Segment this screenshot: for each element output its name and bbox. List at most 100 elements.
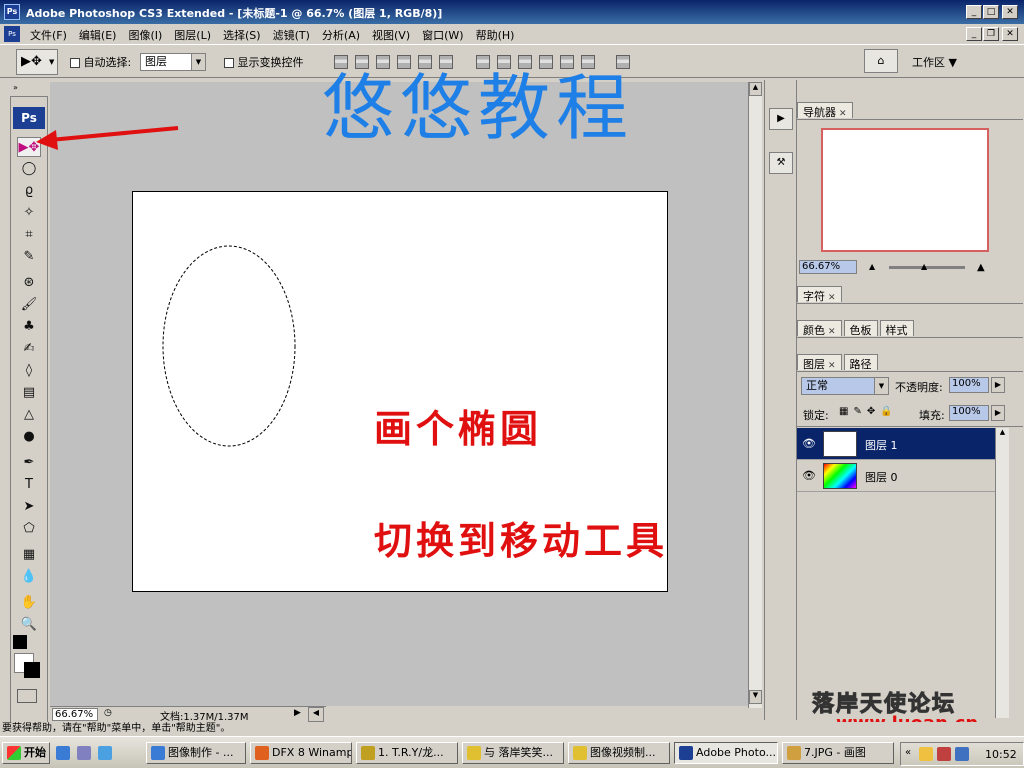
visibility-eye-icon[interactable]: 👁 (802, 469, 816, 483)
scroll-up-icon[interactable]: ▲ (996, 428, 1009, 436)
navigator-preview[interactable] (821, 128, 989, 252)
tool-preset-picker[interactable]: ▶✥ ▼ (16, 49, 58, 75)
lock-transparency-icon[interactable]: ▦ (839, 406, 848, 417)
auto-select-dropdown[interactable]: 图层 ▼ (140, 53, 206, 71)
taskbar-item-0[interactable]: 图像制作 - ... (146, 742, 246, 764)
hscroll-left-icon[interactable]: ◀ (308, 707, 324, 722)
ie-icon[interactable] (56, 746, 70, 760)
lasso-tool-icon[interactable]: ϱ (17, 181, 41, 201)
tray-app-icon[interactable] (937, 747, 951, 761)
document-icon[interactable]: Ps (4, 26, 20, 42)
media-icon[interactable] (77, 746, 91, 760)
slider-thumb-icon[interactable]: ▲ (921, 262, 927, 271)
magic-wand-icon[interactable]: ✧ (17, 203, 41, 223)
close-icon[interactable]: ✕ (828, 293, 836, 303)
taskbar-item-5[interactable]: Adobe Photo... (674, 742, 778, 764)
elliptical-marquee-selection[interactable] (162, 245, 296, 447)
clone-stamp-icon[interactable]: ♣ (17, 317, 41, 337)
path-selection-icon[interactable]: ➤ (17, 497, 41, 517)
lock-all-icon[interactable]: 🔒 (880, 406, 892, 417)
fill-field[interactable]: 100% (949, 405, 989, 421)
close-icon[interactable]: ✕ (839, 109, 847, 119)
menu-item-0[interactable]: 文件(F) (30, 27, 67, 43)
close-button[interactable]: ✕ (1002, 5, 1018, 19)
tray-expand-icon[interactable]: « (905, 747, 911, 758)
zoom-tool-icon[interactable]: 🔍 (17, 615, 41, 635)
layer-row-1[interactable]: 👁 图层 1 (797, 428, 995, 460)
network-icon[interactable] (955, 747, 969, 761)
healing-brush-icon[interactable]: ⊛ (17, 273, 41, 293)
taskbar-item-3[interactable]: 与 落岸笑笑... (462, 742, 564, 764)
qq-icon[interactable] (919, 747, 933, 761)
menu-item-4[interactable]: 选择(S) (223, 27, 261, 43)
maximize-button[interactable]: □ (983, 5, 999, 19)
menu-item-7[interactable]: 视图(V) (372, 27, 410, 43)
lock-position-icon[interactable]: ✥ (867, 406, 875, 417)
menu-item-9[interactable]: 帮助(H) (476, 27, 515, 43)
visibility-eye-icon[interactable]: 👁 (802, 437, 816, 451)
fill-slider-arrow-icon[interactable]: ▶ (991, 405, 1005, 421)
close-icon[interactable]: ✕ (828, 361, 836, 371)
tool-presets-panel-icon[interactable]: ⚒ (769, 152, 793, 174)
collapse-toolbox-icon[interactable]: » (13, 83, 18, 92)
taskbar-item-2[interactable]: 1. T.R.Y/龙... (356, 742, 458, 764)
tab-styles[interactable]: 样式 (879, 320, 914, 337)
blend-mode-dropdown[interactable]: 正常 ▼ (801, 377, 889, 395)
slice-tool-icon[interactable]: ✎ (17, 247, 41, 267)
app-icon[interactable]: Ps (4, 4, 20, 20)
lock-pixels-icon[interactable]: ✎ (853, 406, 861, 417)
doc-minimize-button[interactable]: _ (966, 27, 982, 41)
zoom-field[interactable]: 66.67% (52, 708, 98, 721)
scroll-up-icon[interactable]: ▲ (749, 82, 762, 96)
layers-scrollbar[interactable]: ▲ (995, 428, 1009, 718)
history-brush-icon[interactable]: ✍ (17, 339, 41, 359)
scroll-down-icon[interactable]: ▼ (749, 690, 762, 704)
show-transform-checkbox[interactable] (224, 58, 234, 68)
auto-select-checkbox[interactable] (70, 58, 80, 68)
zoom-in-icon[interactable]: ▲ (977, 262, 985, 273)
vertical-scrollbar[interactable]: ▲ ▼ (748, 82, 762, 708)
menu-item-3[interactable]: 图层(L) (174, 27, 211, 43)
tab-layers[interactable]: 图层 ✕ (797, 354, 842, 371)
navigator-zoom-field[interactable]: 66.67% (799, 260, 857, 274)
hand-tool-icon[interactable]: ✋ (17, 593, 41, 613)
close-icon[interactable]: ✕ (828, 327, 836, 337)
workspace-menu[interactable]: 工作区 ▼ (912, 54, 957, 70)
desktop-icon[interactable] (98, 746, 112, 760)
crop-tool-icon[interactable]: ⌗ (17, 225, 41, 245)
notes-icon[interactable]: ▦ (17, 545, 41, 565)
pen-tool-icon[interactable]: ✒ (17, 453, 41, 473)
taskbar-item-6[interactable]: 7.JPG - 画图 (782, 742, 894, 764)
tab-swatches[interactable]: 色板 (843, 320, 878, 337)
shape-tool-icon[interactable]: ⬠ (17, 519, 41, 539)
menu-item-5[interactable]: 滤镜(T) (273, 27, 310, 43)
minimize-button[interactable]: _ (966, 5, 982, 19)
menu-item-8[interactable]: 窗口(W) (422, 27, 463, 43)
dodge-tool-icon[interactable]: ● (17, 427, 41, 447)
zoom-out-icon[interactable]: ▲ (869, 262, 875, 271)
doc-close-button[interactable]: ✕ (1002, 27, 1018, 41)
quick-mask-icon[interactable] (17, 689, 37, 703)
opacity-slider-arrow-icon[interactable]: ▶ (991, 377, 1005, 393)
tab-paths[interactable]: 路径 (843, 354, 878, 371)
gradient-tool-icon[interactable]: ▤ (17, 383, 41, 403)
marquee-tool-icon[interactable]: ◯ (17, 159, 41, 179)
menu-item-2[interactable]: 图像(I) (128, 27, 162, 43)
eyedropper-icon[interactable]: 💧 (17, 567, 41, 587)
menu-item-6[interactable]: 分析(A) (322, 27, 360, 43)
menu-item-1[interactable]: 编辑(E) (79, 27, 117, 43)
foreground-color-swatch[interactable] (13, 635, 27, 649)
start-button[interactable]: 开始 (2, 742, 50, 764)
eraser-icon[interactable]: ◊ (17, 361, 41, 381)
taskbar-item-1[interactable]: DFX 8 Winamp (250, 742, 352, 764)
type-tool-icon[interactable]: T (17, 475, 41, 495)
opacity-field[interactable]: 100% (949, 377, 989, 393)
brush-tool-icon[interactable]: 🖌 (17, 295, 41, 315)
doc-restore-button[interactable]: ❐ (983, 27, 999, 41)
tab-navigator[interactable]: 导航器 ✕ (797, 102, 853, 119)
status-menu-arrow-icon[interactable]: ▶ (294, 708, 301, 718)
actions-panel-icon[interactable]: ▶ (769, 108, 793, 130)
taskbar-item-4[interactable]: 图像视频制... (568, 742, 670, 764)
tab-character[interactable]: 字符 ✕ (797, 286, 842, 303)
blur-tool-icon[interactable]: △ (17, 405, 41, 425)
